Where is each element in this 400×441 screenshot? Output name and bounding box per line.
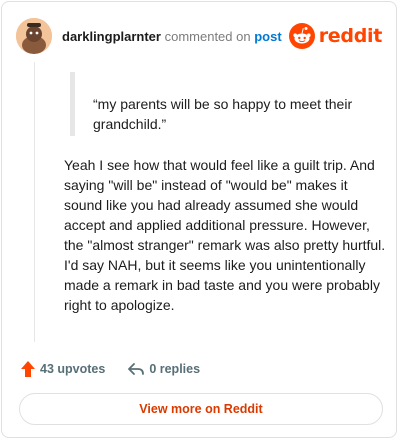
action-text: commented on — [164, 28, 251, 44]
avatar[interactable] — [16, 18, 52, 54]
author-username[interactable]: darklingplarnter — [62, 29, 161, 44]
comment-meta: darklingplarnter commented on post — [62, 29, 282, 44]
thread-line — [34, 62, 35, 342]
upvote-count: 43 upvotes — [40, 362, 106, 376]
upvote-arrow-icon — [21, 361, 35, 377]
avatar-image — [16, 18, 52, 54]
reply-count: 0 replies — [149, 362, 201, 376]
reply-button[interactable]: 0 replies — [127, 361, 200, 377]
comment-header: darklingplarnter commented on post reddi… — [16, 16, 382, 56]
view-more-button[interactable]: View more on Reddit — [19, 393, 383, 425]
post-link[interactable]: post — [254, 29, 281, 44]
reddit-brand[interactable]: reddit — [288, 23, 383, 49]
reply-arrow-icon — [128, 363, 145, 375]
reddit-logo-icon — [288, 23, 315, 49]
upvote-button[interactable]: 43 upvotes — [20, 360, 105, 378]
comment-body: Yeah I see how that would feel like a gu… — [64, 157, 386, 313]
reddit-wordmark: reddit — [318, 25, 383, 47]
embedded-comment-card: darklingplarnter commented on post reddi… — [1, 1, 397, 438]
comment-actions: 43 upvotes 0 replies — [20, 360, 200, 378]
quoted-text: “my parents will be so happy to meet the… — [70, 72, 370, 136]
